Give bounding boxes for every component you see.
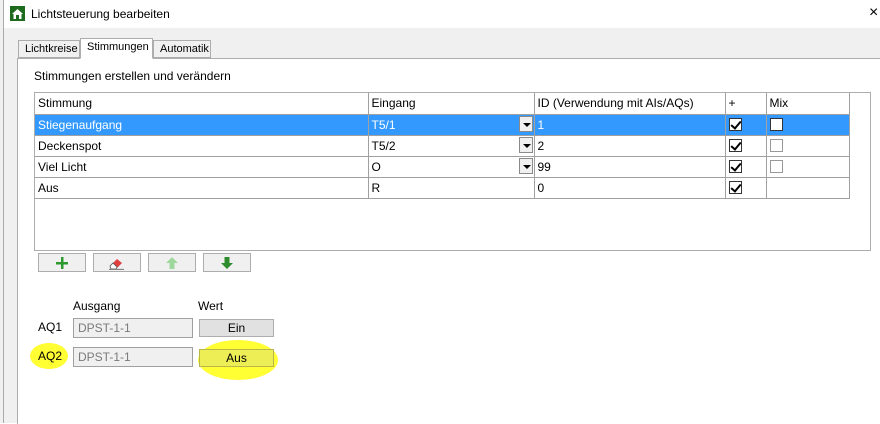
app-house-icon (10, 6, 25, 21)
col-header-id[interactable]: ID (Verwendung mit AIs/AQs) (533, 93, 726, 115)
tab-stimmungen[interactable]: Stimmungen (80, 38, 153, 59)
cell-eingang-value: T5/1 (371, 117, 396, 132)
col-header-plus[interactable]: + (724, 93, 767, 115)
tab-lichtkreise[interactable]: Lichtkreise (18, 40, 80, 58)
cell-plus (724, 113, 767, 136)
plus-checkbox[interactable] (728, 180, 742, 194)
dropdown-arrow-icon[interactable] (518, 136, 533, 153)
cell-eingang[interactable]: R (367, 176, 535, 199)
cell-eingang[interactable]: T5/1 (367, 113, 535, 136)
dropdown-arrow-icon[interactable] (518, 157, 533, 174)
header-wert: Wert (198, 299, 224, 313)
dropdown-arrow-icon[interactable] (518, 115, 533, 132)
mix-checkbox[interactable] (769, 117, 783, 131)
col-header-mix[interactable]: Mix (765, 93, 850, 115)
cell-id[interactable]: 0 (533, 176, 726, 199)
cell-stimmung[interactable]: Viel Licht (35, 155, 369, 178)
title-bar: Lichtsteuerung bearbeiten × (4, 0, 880, 28)
cell-plus (724, 176, 767, 199)
table-row[interactable]: Deckenspot T5/2 2 (35, 134, 850, 157)
aq2-output-field[interactable]: DPST-1-1 (73, 347, 193, 367)
dialog-window: Lichtsteuerung bearbeiten × Lichtkreise … (3, 0, 880, 424)
aq1-value-button[interactable]: Ein (199, 319, 274, 337)
cell-stimmung[interactable]: Aus (35, 176, 369, 199)
plus-icon (56, 257, 68, 269)
tab-automatik[interactable]: Automatik (153, 40, 211, 58)
cell-eingang[interactable]: T5/2 (367, 134, 535, 157)
cell-mix (765, 155, 850, 178)
close-button[interactable]: × (869, 4, 878, 22)
aq2-value-button[interactable]: Aus (199, 349, 274, 367)
cell-mix (765, 134, 850, 157)
cell-id[interactable]: 99 (533, 155, 726, 178)
cell-eingang-value: T5/2 (371, 138, 396, 153)
cell-stimmung[interactable]: Stiegenaufgang (35, 113, 369, 136)
plus-checkbox[interactable] (728, 138, 742, 152)
cell-plus (724, 155, 767, 178)
cell-plus (724, 134, 767, 157)
tab-panel-stimmungen: Stimmungen erstellen und verändern Stimm… (17, 58, 880, 424)
section-label: Stimmungen erstellen und verändern (34, 69, 231, 83)
cell-mix (765, 113, 850, 136)
plus-checkbox[interactable] (728, 117, 742, 131)
cell-mix (765, 176, 850, 199)
col-header-stimmung[interactable]: Stimmung (35, 93, 369, 115)
table-header-row: Stimmung Eingang ID (Verwendung mit AIs/… (35, 93, 850, 115)
header-ausgang: Ausgang (73, 299, 121, 313)
aq1-label: AQ1 (38, 320, 63, 334)
eraser-icon (109, 259, 124, 270)
cell-id[interactable]: 1 (533, 113, 726, 136)
mix-checkbox[interactable] (769, 159, 783, 173)
table-row[interactable]: Viel Licht O 99 (35, 155, 850, 178)
table-row[interactable]: Stiegenaufgang T5/1 1 (35, 113, 850, 136)
plus-checkbox[interactable] (728, 159, 742, 173)
table-row[interactable]: Aus R 0 (35, 176, 850, 199)
arrow-up-icon (166, 257, 178, 269)
move-down-button[interactable] (203, 253, 251, 272)
arrow-down-icon (221, 257, 233, 269)
cell-eingang[interactable]: O (367, 155, 535, 178)
stimmungen-table: Stimmung Eingang ID (Verwendung mit AIs/… (35, 93, 850, 199)
move-up-button[interactable] (148, 253, 196, 272)
delete-row-button[interactable] (93, 253, 141, 272)
aq2-label: AQ2 (38, 349, 63, 363)
cell-eingang-value: O (371, 159, 381, 174)
cell-stimmung[interactable]: Deckenspot (35, 134, 369, 157)
window-title: Lichtsteuerung bearbeiten (31, 7, 170, 21)
mix-checkbox[interactable] (769, 138, 783, 152)
stimmungen-grid[interactable]: Stimmung Eingang ID (Verwendung mit AIs/… (34, 92, 871, 251)
col-header-eingang[interactable]: Eingang (367, 93, 535, 115)
cell-id[interactable]: 2 (533, 134, 726, 157)
aq1-output-field[interactable]: DPST-1-1 (73, 318, 193, 338)
add-row-button[interactable] (38, 253, 86, 272)
